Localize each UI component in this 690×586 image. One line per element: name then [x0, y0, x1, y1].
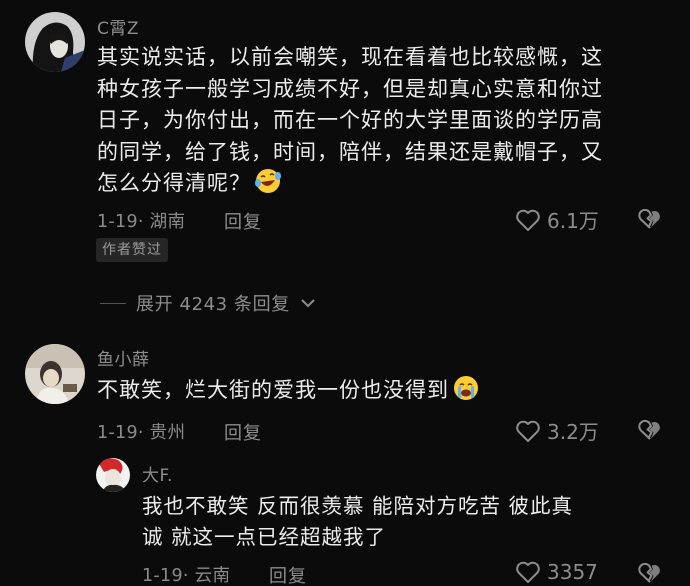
username[interactable]: 大F.	[142, 461, 173, 486]
comment-line: 怎么分得清呢？	[97, 171, 251, 195]
divider-line	[100, 302, 126, 304]
like-button[interactable]: 3357	[515, 560, 598, 584]
comment-text: 其实说实话，以前会嘲笑，现在看着也比较感慨，这 种女孩子一般学习成绩不好，但是却…	[97, 42, 603, 200]
reply-button[interactable]: 回复	[224, 419, 262, 445]
like-button[interactable]: 6.1万	[515, 205, 599, 234]
avatar[interactable]	[25, 12, 85, 72]
expand-replies-label: 展开 4243 条回复	[136, 294, 290, 315]
dislike-icon[interactable]	[638, 208, 662, 230]
like-count: 3357	[547, 560, 598, 584]
comment-line: 日子，为你付出，而在一个好的大学里面谈的学历高	[97, 108, 603, 132]
like-count: 3.2万	[547, 420, 599, 444]
like-count: 6.1万	[547, 209, 599, 233]
comment-text: 我也不敢笑 反而很羡慕 能陪对方吃苦 彼此真 诚 就这一点已经超越我了	[142, 491, 573, 553]
rofl-emoji-icon	[255, 169, 281, 193]
date-location: 1-19· 湖南	[97, 212, 186, 232]
avatar[interactable]	[25, 344, 85, 404]
chevron-down-icon	[301, 299, 315, 308]
author-liked-badge: 作者赞过	[96, 238, 168, 262]
comment-line: 我也不敢笑 反而很羡慕 能陪对方吃苦 彼此真	[142, 494, 574, 518]
comment-line: 种女孩子一般学习成绩不好，但是却真心实意和你过	[97, 76, 603, 101]
heart-icon	[516, 420, 540, 442]
reply-button[interactable]: 回复	[224, 208, 262, 234]
dislike-icon[interactable]	[638, 419, 662, 441]
crying-emoji-icon	[454, 376, 478, 400]
comment-line: 的同学，给了钱，时间，陪伴，结果还是戴帽子，又	[97, 139, 603, 164]
comment-line: 诚 就这一点已经超越我了	[142, 525, 387, 549]
comment-text: 不敢笑，烂大街的爱我一份也没得到	[97, 375, 479, 407]
username[interactable]: 鱼小薛	[97, 345, 150, 370]
expand-replies-button[interactable]: 展开 4243 条回复	[100, 290, 316, 316]
avatar[interactable]	[96, 458, 130, 492]
like-button[interactable]: 3.2万	[515, 416, 599, 445]
date-location: 1-19· 贵州	[97, 423, 186, 443]
dislike-icon[interactable]	[638, 562, 662, 584]
comment-line: 不敢笑，烂大街的爱我一份也没得到	[97, 378, 449, 402]
heart-icon	[516, 209, 540, 231]
heart-icon	[516, 561, 540, 583]
reply-button[interactable]: 回复	[269, 562, 307, 586]
username[interactable]: C霄Z	[97, 14, 139, 39]
comment-line: 其实说实话，以前会嘲笑，现在看着也比较感慨，这	[97, 45, 603, 69]
date-location: 1-19· 云南	[142, 566, 231, 586]
